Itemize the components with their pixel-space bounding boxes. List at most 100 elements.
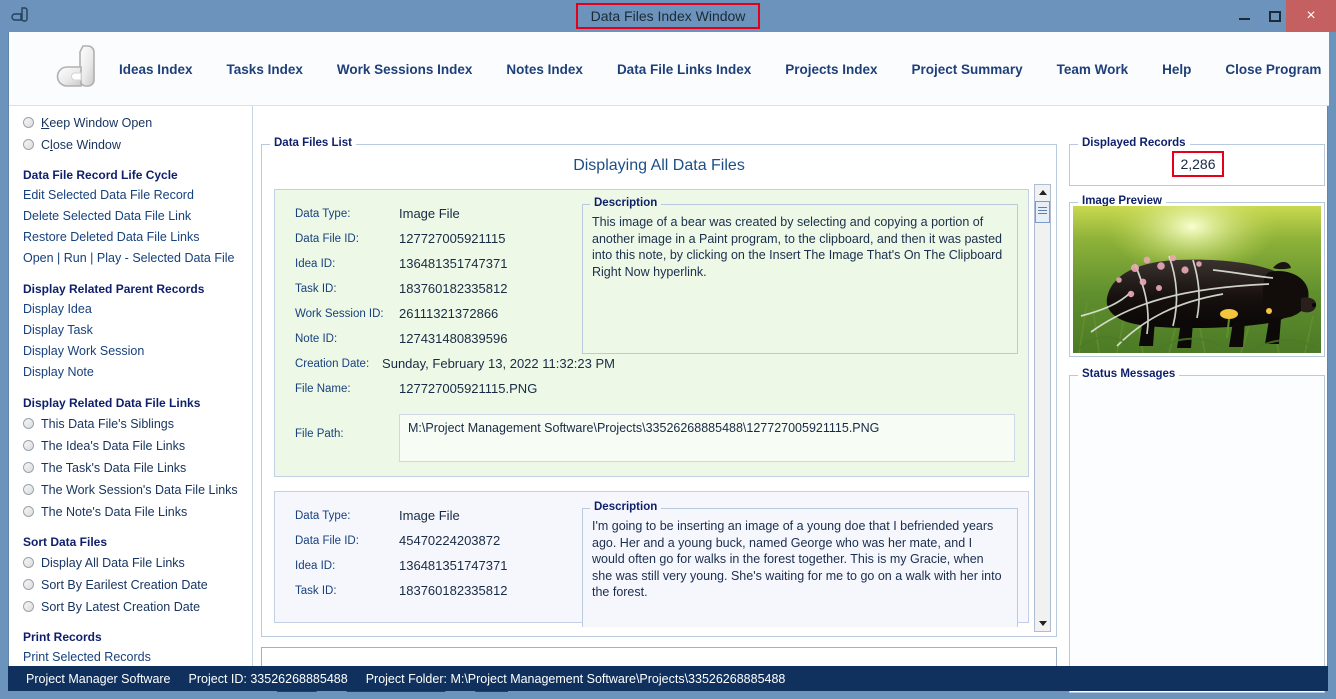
record-field-row: Data Type: Image File (295, 508, 615, 533)
nav-link-label: Close Program (1225, 61, 1322, 77)
image-preview-canvas[interactable] (1073, 206, 1321, 353)
scroll-up-arrow-icon[interactable] (1035, 185, 1050, 200)
grip-line (1038, 213, 1047, 214)
record-field-value-file-path[interactable]: M:\Project Management Software\Projects\… (399, 414, 1015, 462)
client-area: Ideas Index Tasks Index Work Sessions Inde… (8, 32, 1329, 693)
radio-button-icon (23, 579, 34, 590)
records-vertical-scrollbar[interactable] (1034, 184, 1051, 632)
nav-link-work-sessions-index[interactable]: Work Sessions Index (337, 62, 473, 77)
data-file-record-card[interactable]: Data Type: Image File Data File ID: 1277270… (274, 189, 1029, 477)
sidebar-radio-sort-by-latest-creation-date[interactable]: Sort By Latest Creation Date (23, 596, 253, 617)
nav-link-label: Data File Links Index (616, 61, 752, 77)
status-project-id-value: 33526268885488 (250, 671, 348, 686)
nav-link-project-summary[interactable]: Project Summary (912, 62, 1023, 77)
status-project-id: Project ID: 33526268885488 (189, 672, 348, 686)
sidebar-radio-keep-window-open[interactable]: Keep Window Open (23, 112, 253, 133)
record-field-value-creation-date: Sunday, February 13, 2022 11:32:23 PM (382, 356, 615, 371)
records-scroll-area[interactable]: Data Type: Image File Data File ID: 1277270… (274, 189, 1046, 627)
record-field-row: Note ID: 127431480839596 (295, 331, 615, 356)
nav-link-label: Projects Index (785, 61, 878, 77)
sidebar-radio-label: The Note's Data File Links (41, 504, 188, 519)
nav-link-label: Team Work (1056, 61, 1129, 77)
sidebar-link-open-run-play-selected-data-file[interactable]: Open | Run | Play - Selected Data File (23, 248, 253, 269)
record-description-text: I'm going to be inserting an image of a … (592, 519, 1002, 599)
record-field-row: Creation Date: Sunday, February 13, 2022 … (295, 356, 615, 381)
record-field-row: Work Session ID: 26111321372866 (295, 306, 615, 331)
status-messages-panel[interactable]: Status Messages (1069, 368, 1325, 693)
sidebar-link-edit-selected-data-file-record[interactable]: Edit Selected Data File Record (23, 185, 253, 206)
sidebar-radio-sort-by-earilest-creation-date[interactable]: Sort By Earilest Creation Date (23, 574, 253, 595)
scrollbar-thumb[interactable] (1035, 201, 1050, 223)
nav-link-ideas-index[interactable]: Ideas Index (119, 62, 193, 77)
record-field-value-data-type: Image File (399, 206, 460, 221)
radio-button-icon (23, 506, 34, 517)
radio-button-icon (23, 440, 34, 451)
displayed-records-count: 2,286 (1180, 156, 1216, 172)
record-description-box[interactable]: Description I'm going to be inserting an … (582, 501, 1018, 627)
sidebar-link-delete-selected-data-file-link[interactable]: Delete Selected Data File Link (23, 206, 253, 227)
record-field-row: Data Type: Image File (295, 206, 615, 231)
sidebar-radio-this-data-file-s-siblings[interactable]: This Data File's Siblings (23, 413, 253, 434)
record-field-value-task-id: 183760182335812 (399, 583, 508, 598)
displayed-records-title: Displayed Records (1078, 137, 1190, 149)
record-field-label-note-id: Note ID: (295, 333, 338, 345)
data-file-record-card[interactable]: Data Type: Image File Data File ID: 4547022… (274, 491, 1029, 627)
sidebar-radio-the-idea-s-data-file-links[interactable]: The Idea's Data File Links (23, 435, 253, 456)
record-field-label-file-name: File Name: (295, 383, 351, 395)
nav-link-tasks-index[interactable]: Tasks Index (227, 62, 303, 77)
sidebar-heading-print-records: Print Records (23, 630, 102, 644)
nav-link-notes-index[interactable]: Notes Index (506, 62, 583, 77)
sidebar-heading-data-file-record-life-cycle: Data File Record Life Cycle (23, 168, 178, 182)
radio-button-icon (23, 484, 34, 495)
sidebar-divider (252, 106, 253, 666)
nav-link-team-work[interactable]: Team Work (1057, 62, 1129, 77)
sidebar-radio-close-window[interactable]: Close Window (23, 134, 253, 155)
title-bar: Data Files Index Window × (0, 0, 1336, 32)
nav-link-label: Project Summary (911, 61, 1023, 77)
record-description-title: Description (590, 197, 662, 209)
nav-link-label: Help (1162, 61, 1192, 77)
sidebar-link-display-idea[interactable]: Display Idea (23, 299, 253, 320)
sidebar-link-display-note[interactable]: Display Note (23, 362, 253, 383)
sidebar-radio-label: Close Window (41, 137, 121, 152)
record-field-row-file-path: File Path: M:\Project Management Software… (285, 414, 1018, 462)
sidebar-radio-the-note-s-data-file-links[interactable]: The Note's Data File Links (23, 501, 253, 522)
close-button[interactable]: × (1286, 0, 1336, 32)
displayed-records-panel: Displayed Records 2,286 (1069, 137, 1325, 186)
sidebar-link-display-task[interactable]: Display Task (23, 320, 253, 341)
sidebar-link-restore-deleted-data-file-links[interactable]: Restore Deleted Data File Links (23, 227, 253, 248)
sidebar-heading-sort-data-files: Sort Data Files (23, 535, 108, 549)
record-field-row: Idea ID: 136481351747371 (295, 256, 615, 281)
sidebar-radio-label: This Data File's Siblings (41, 416, 174, 431)
record-field-value-idea-id: 136481351747371 (399, 558, 508, 573)
grip-line (1038, 210, 1047, 211)
record-field-label-file-path: File Path: (295, 428, 344, 440)
sidebar-radio-label: The Task's Data File Links (41, 460, 187, 475)
status-project-folder-label: Project Folder: (365, 671, 447, 686)
app-logo-large-icon (45, 40, 107, 96)
triangle-up-icon (1038, 190, 1047, 195)
sidebar-radio-the-task-s-data-file-links[interactable]: The Task's Data File Links (23, 457, 253, 478)
record-field-value-data-file-id: 45470224203872 (399, 533, 501, 548)
nav-link-close-program[interactable]: Close Program (1225, 62, 1321, 77)
nav-link-data-file-links-index[interactable]: Data File Links Index (617, 62, 751, 77)
sidebar-radio-display-all-data-file-links[interactable]: Display All Data File Links (23, 552, 253, 573)
window-title-highlight: Data Files Index Window (576, 3, 760, 29)
status-app-name: Project Manager Software (26, 671, 171, 686)
record-field-label-data-file-id: Data File ID: (295, 233, 359, 245)
nav-link-help[interactable]: Help (1162, 62, 1191, 77)
record-description-title: Description (590, 501, 662, 513)
sidebar-link-display-work-session[interactable]: Display Work Session (23, 341, 253, 362)
sidebar-radio-the-work-session-s-data-file-links[interactable]: The Work Session's Data File Links (23, 479, 253, 500)
record-description-box[interactable]: Description This image of a bear was crea… (582, 197, 1018, 354)
record-field-list: Data Type: Image File Data File ID: 4547022… (295, 508, 615, 608)
nav-link-label: Tasks Index (226, 61, 303, 77)
nav-link-projects-index[interactable]: Projects Index (785, 62, 877, 77)
nav-link-label: Work Sessions Index (336, 61, 473, 77)
scroll-down-arrow-icon[interactable] (1035, 616, 1050, 631)
application-window: Data Files Index Window × Ideas Index Ta… (0, 0, 1336, 699)
window-title: Data Files Index Window (590, 8, 746, 24)
sidebar-link-print-selected-records[interactable]: Print Selected Records (23, 647, 253, 668)
minimize-button[interactable] (1228, 0, 1260, 32)
status-project-folder: Project Folder: M:\Project Management So… (366, 672, 786, 686)
